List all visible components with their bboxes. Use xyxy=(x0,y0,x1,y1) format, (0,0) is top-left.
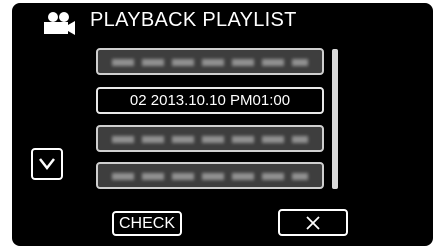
page-title: PLAYBACK PLAYLIST xyxy=(90,9,297,31)
obscured-text xyxy=(112,173,308,180)
video-camera-icon xyxy=(42,10,76,36)
obscured-text xyxy=(112,136,308,143)
playlist-screen: PLAYBACK PLAYLIST 02 2013.10.10 PM01:00 … xyxy=(12,3,433,246)
check-button[interactable]: CHECK xyxy=(112,211,182,236)
scroll-down-button[interactable] xyxy=(31,148,63,180)
obscured-text xyxy=(112,59,308,66)
playlist-item-label: 02 2013.10.10 PM01:00 xyxy=(129,92,291,109)
playlist-item-2[interactable]: 02 2013.10.10 PM01:00 xyxy=(96,87,324,114)
close-icon xyxy=(306,216,320,230)
chevron-down-icon xyxy=(39,158,55,171)
playlist-item-3[interactable] xyxy=(96,125,324,152)
playlist-item-4[interactable] xyxy=(96,162,324,189)
playlist-item-1[interactable] xyxy=(96,48,324,75)
close-button[interactable] xyxy=(278,209,348,236)
scrollbar[interactable] xyxy=(332,49,338,189)
